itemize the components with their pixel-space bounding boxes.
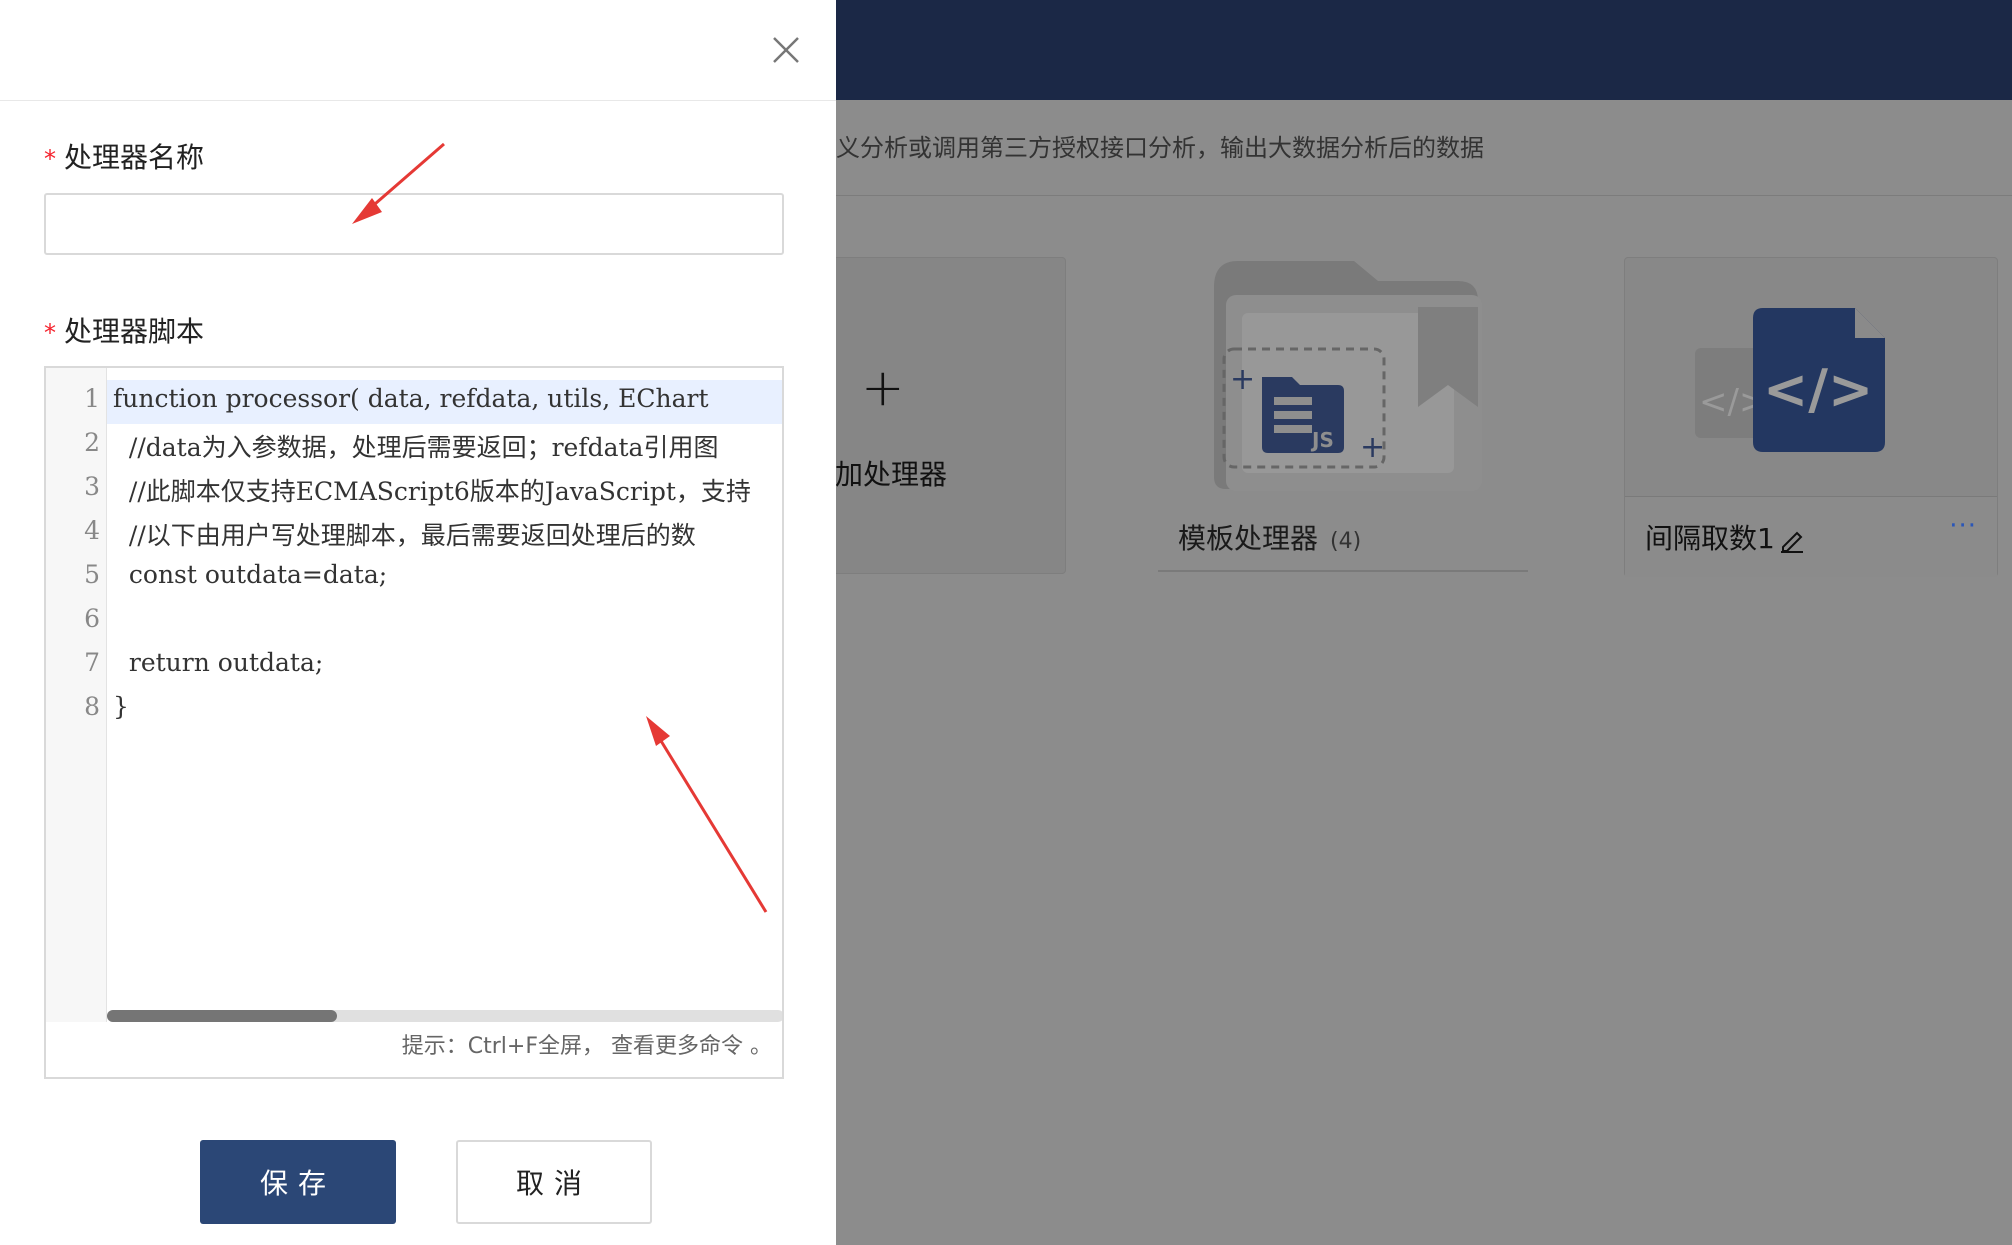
code-line: function processor( data, refdata, utils…	[113, 384, 709, 413]
code-line: const outdata=data;	[113, 560, 388, 589]
processor-name-text: 间隔取数1	[1645, 522, 1775, 555]
code-file-icon: </> </>	[1695, 308, 1885, 452]
more-options-icon[interactable]: ···	[1949, 511, 1977, 541]
horizontal-scrollbar[interactable]	[107, 1010, 782, 1022]
template-processor-label: 模板处理器 (4)	[1178, 517, 1361, 557]
template-name: 模板处理器	[1178, 522, 1319, 555]
folder-js-icon: + + JS	[1214, 261, 1482, 491]
svg-text:JS: JS	[1310, 428, 1334, 452]
line-number: 7	[84, 648, 100, 677]
template-count: (4)	[1330, 529, 1362, 554]
script-code-editor[interactable]: 1 2 3 4 5 6 7 8 function processor( data…	[44, 366, 784, 1079]
required-mark: *	[44, 319, 56, 347]
processor-name-label-text: 处理器名称	[64, 141, 205, 174]
card-footer: 间隔取数1 ···	[1625, 496, 1997, 577]
divider	[1158, 570, 1528, 572]
line-number: 4	[84, 516, 100, 545]
processor-drawer: * 处理器名称 * 处理器脚本 1 2 3 4 5 6 7 8 function p…	[0, 0, 836, 1245]
scrollbar-thumb[interactable]	[107, 1010, 337, 1022]
processor-script-label-text: 处理器脚本	[64, 315, 205, 348]
editor-hint: 提示：Ctrl+F全屏， 查看更多命令 。	[401, 1034, 772, 1059]
processor-name-label: * 处理器名称	[44, 136, 204, 176]
line-number: 8	[84, 692, 100, 721]
line-number: 6	[84, 604, 100, 633]
cancel-button[interactable]: 取消	[456, 1140, 652, 1224]
processor-script-label: * 处理器脚本	[44, 310, 204, 350]
line-number: 3	[84, 472, 100, 501]
template-processor-card[interactable]: + + JS 模板处理器 (4)	[1158, 257, 1528, 572]
drawer-header	[0, 0, 836, 101]
svg-text:+: +	[1230, 362, 1255, 397]
processor-card-interval[interactable]: </> </> 间隔取数1 ···	[1624, 257, 1998, 577]
edit-icon[interactable]	[1779, 527, 1805, 553]
line-number-gutter: 1 2 3 4 5 6 7 8	[46, 368, 107, 1022]
line-number: 5	[84, 560, 100, 589]
required-mark: *	[44, 145, 56, 173]
line-number: 1	[84, 384, 100, 413]
processor-name: 间隔取数1	[1645, 517, 1805, 557]
plus-icon: +	[861, 358, 905, 418]
svg-text:</>: </>	[1763, 358, 1873, 421]
code-line: //此脚本仅支持ECMAScript6版本的JavaScript，支持	[113, 477, 751, 506]
close-icon[interactable]	[770, 34, 802, 66]
save-button[interactable]: 保存	[200, 1140, 396, 1224]
svg-text:+: +	[1360, 430, 1385, 465]
code-line: //data为入参数据，处理后需要返回；refdata引用图	[113, 433, 719, 462]
page-description: 义分析或调用第三方授权接口分析，输出大数据分析后的数据	[836, 134, 1484, 162]
code-line: //以下由用户写处理脚本，最后需要返回处理后的数	[113, 521, 696, 550]
code-area[interactable]: function processor( data, refdata, utils…	[107, 368, 782, 1008]
processor-name-input[interactable]	[44, 193, 784, 255]
line-number: 2	[84, 428, 100, 457]
code-line: }	[113, 692, 129, 721]
add-processor-label: 加处理器	[835, 458, 948, 491]
code-line: return outdata;	[113, 648, 324, 677]
